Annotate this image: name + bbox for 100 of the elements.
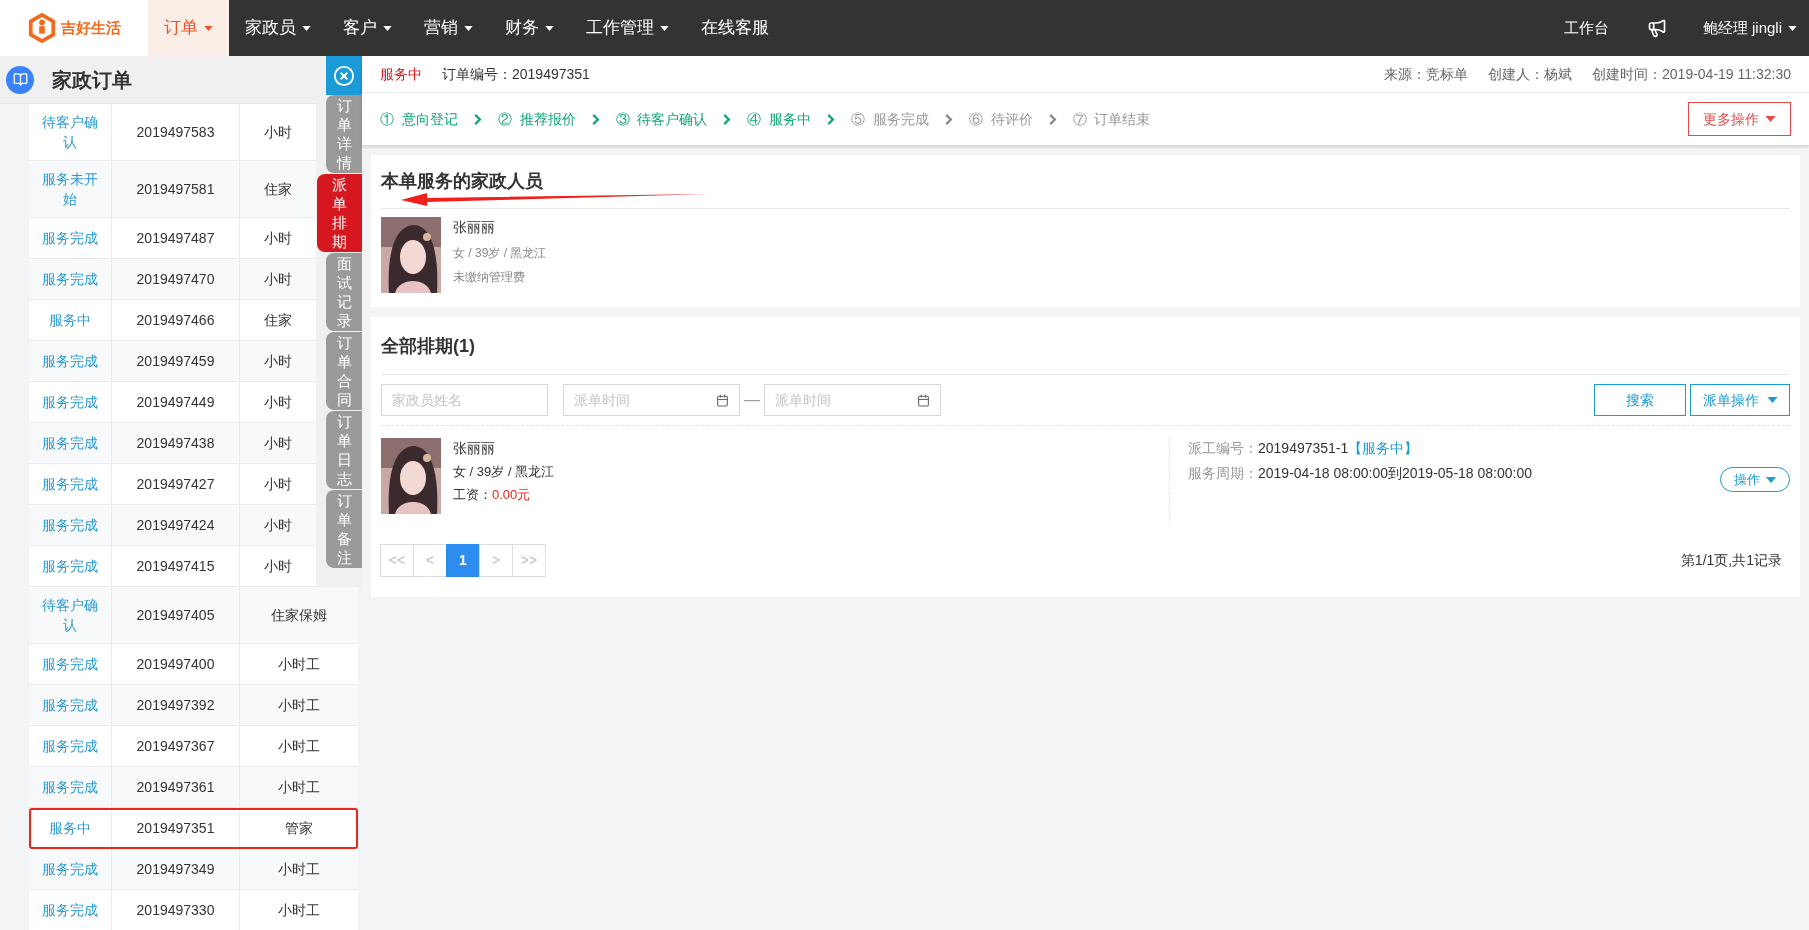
order-number: 2019497415 — [136, 556, 215, 576]
status-link[interactable]: 服务完成 — [30, 900, 110, 920]
table-row[interactable]: 服务中 2019497466 住家 — [29, 300, 316, 341]
more-actions-button[interactable]: 更多操作 — [1688, 102, 1791, 136]
status-link[interactable]: 服务完成 — [30, 556, 110, 576]
service-type: 住家 — [264, 179, 292, 199]
caret-icon — [1766, 476, 1776, 483]
status-link[interactable]: 服务完成 — [30, 515, 110, 535]
table-row[interactable]: 服务完成 2019497349 小时工 — [29, 849, 358, 890]
side-tab[interactable]: 订单备注 — [326, 490, 362, 568]
table-row[interactable]: 服务完成 2019497361 小时工 — [29, 767, 358, 808]
side-tab[interactable]: 订单详情 — [326, 95, 362, 173]
status-link[interactable]: 服务完成 — [30, 695, 110, 715]
megaphone-icon[interactable] — [1646, 18, 1667, 38]
search-button[interactable]: 搜索 — [1594, 384, 1686, 416]
period-label: 服务周期： — [1188, 464, 1258, 483]
status-link[interactable]: 服务未开始 — [29, 169, 111, 209]
logo-icon — [27, 13, 57, 43]
side-tab[interactable]: 面试记录 — [326, 253, 362, 331]
table-row[interactable]: 服务完成 2019497367 小时工 — [29, 726, 358, 767]
progress-step: ② 推荐报价 — [497, 108, 576, 130]
order-source: 来源：竞标单 — [1384, 64, 1469, 84]
table-row[interactable]: 服务完成 2019497487 小时 — [29, 218, 316, 259]
service-type: 小时工 — [278, 859, 320, 879]
service-type: 小时 — [264, 515, 292, 535]
nav-menu-item[interactable]: 客户 — [327, 0, 408, 56]
page-button[interactable]: < — [413, 544, 447, 577]
table-row[interactable]: 服务完成 2019497427 小时 — [29, 464, 316, 505]
caret-icon — [1766, 397, 1778, 403]
date-to-field[interactable]: 派单时间 — [764, 384, 941, 416]
table-row[interactable]: 服务完成 2019497392 小时工 — [29, 685, 358, 726]
user-menu[interactable]: 鲍经理 jingli — [1702, 16, 1797, 40]
table-row[interactable]: 服务完成 2019497424 小时 — [29, 505, 316, 546]
table-row[interactable]: 待客户确认 2019497405 住家保姆 — [29, 587, 358, 644]
status-link[interactable]: 服务完成 — [30, 433, 110, 453]
nav-menu-item[interactable]: 家政员 — [229, 0, 327, 56]
fee-status: 未缴纳管理费 — [453, 269, 526, 286]
table-row[interactable]: 服务完成 2019497459 小时 — [29, 341, 316, 382]
service-type: 小时 — [264, 433, 292, 453]
status-link[interactable]: 服务完成 — [30, 654, 110, 674]
status-link[interactable]: 服务中 — [37, 310, 103, 330]
status-link[interactable]: 服务完成 — [30, 392, 110, 412]
nav-menu-item[interactable]: 营销 — [408, 0, 489, 56]
table-row[interactable]: 服务未开始 2019497581 住家 — [29, 161, 316, 218]
table-row[interactable]: 服务完成 2019497330 小时工 — [29, 890, 358, 930]
table-row[interactable]: 服务中 2019497351 管家 — [29, 808, 358, 849]
nav-menu-item[interactable]: 工作管理 — [570, 0, 685, 56]
order-number: 2019497400 — [136, 654, 215, 674]
dispatch-actions-button[interactable]: 派单操作 — [1690, 384, 1790, 416]
nav-menu-item[interactable]: 财务 — [489, 0, 570, 56]
chevron-icon — [944, 113, 953, 125]
service-type: 小时工 — [278, 777, 320, 797]
nav-menu-item[interactable]: 在线客服 — [685, 0, 785, 56]
calendar-icon — [716, 393, 729, 407]
page-button[interactable]: << — [380, 544, 414, 577]
close-button[interactable] — [326, 56, 362, 95]
logo-text: 吉好生活 — [61, 17, 121, 38]
table-row[interactable]: 服务完成 2019497449 小时 — [29, 382, 316, 423]
order-status: 服务中 — [380, 64, 422, 84]
table-row[interactable]: 待客户确认 2019497583 小时 — [29, 104, 316, 161]
status-link[interactable]: 待客户确认 — [29, 595, 111, 635]
status-link[interactable]: 服务完成 — [30, 351, 110, 371]
order-number: 2019497466 — [136, 310, 215, 330]
order-number: 2019497583 — [136, 122, 215, 142]
workbench-link[interactable]: 工作台 — [1563, 16, 1609, 40]
calendar-icon — [917, 393, 930, 407]
status-link[interactable]: 服务完成 — [30, 859, 110, 879]
status-link[interactable]: 服务完成 — [30, 777, 110, 797]
progress-step: ① 意向登记 — [380, 108, 458, 130]
status-link[interactable]: 服务完成 — [30, 474, 110, 494]
status-link[interactable]: 服务完成 — [30, 228, 110, 248]
service-type: 小时工 — [278, 695, 320, 715]
progress-step: ④ 服务中 — [747, 108, 812, 130]
side-tab[interactable]: 订单合同 — [326, 332, 362, 410]
table-row[interactable]: 服务完成 2019497400 小时工 — [29, 644, 358, 685]
chevron-icon — [827, 113, 836, 125]
created-time: 创建时间：2019-04-19 11:32:30 — [1592, 64, 1791, 84]
table-row[interactable]: 服务完成 2019497470 小时 — [29, 259, 316, 300]
dispatch-status: 【服务中】 — [1348, 439, 1419, 458]
order-number: 2019497581 — [136, 179, 215, 199]
table-row[interactable]: 服务完成 2019497438 小时 — [29, 423, 316, 464]
date-from-field[interactable]: 派单时间 — [563, 384, 740, 416]
order-number: 2019497361 — [136, 777, 215, 797]
progress-step: ⑤ 服务完成 — [851, 108, 929, 130]
side-tab[interactable]: 订单日志 — [326, 411, 362, 489]
status-link[interactable]: 服务中 — [37, 818, 103, 838]
status-link[interactable]: 服务完成 — [30, 736, 110, 756]
status-link[interactable]: 服务完成 — [30, 269, 110, 289]
chevron-icon — [473, 113, 482, 125]
page-button[interactable]: 1 — [446, 544, 480, 577]
table-row[interactable]: 服务完成 2019497415 小时 — [29, 546, 316, 587]
page-button[interactable]: > — [479, 544, 513, 577]
order-number: 订单编号：2019497351 — [442, 64, 590, 84]
service-type: 住家 — [264, 310, 292, 330]
status-link[interactable]: 待客户确认 — [29, 112, 111, 152]
staff-name-field[interactable]: 家政员姓名 — [381, 384, 548, 416]
card-title: 全部排期(1) — [381, 317, 1790, 375]
side-tab[interactable]: 派单排期 — [317, 174, 362, 252]
nav-menu-item[interactable]: 订单 — [148, 0, 229, 56]
page-button[interactable]: >> — [512, 544, 546, 577]
